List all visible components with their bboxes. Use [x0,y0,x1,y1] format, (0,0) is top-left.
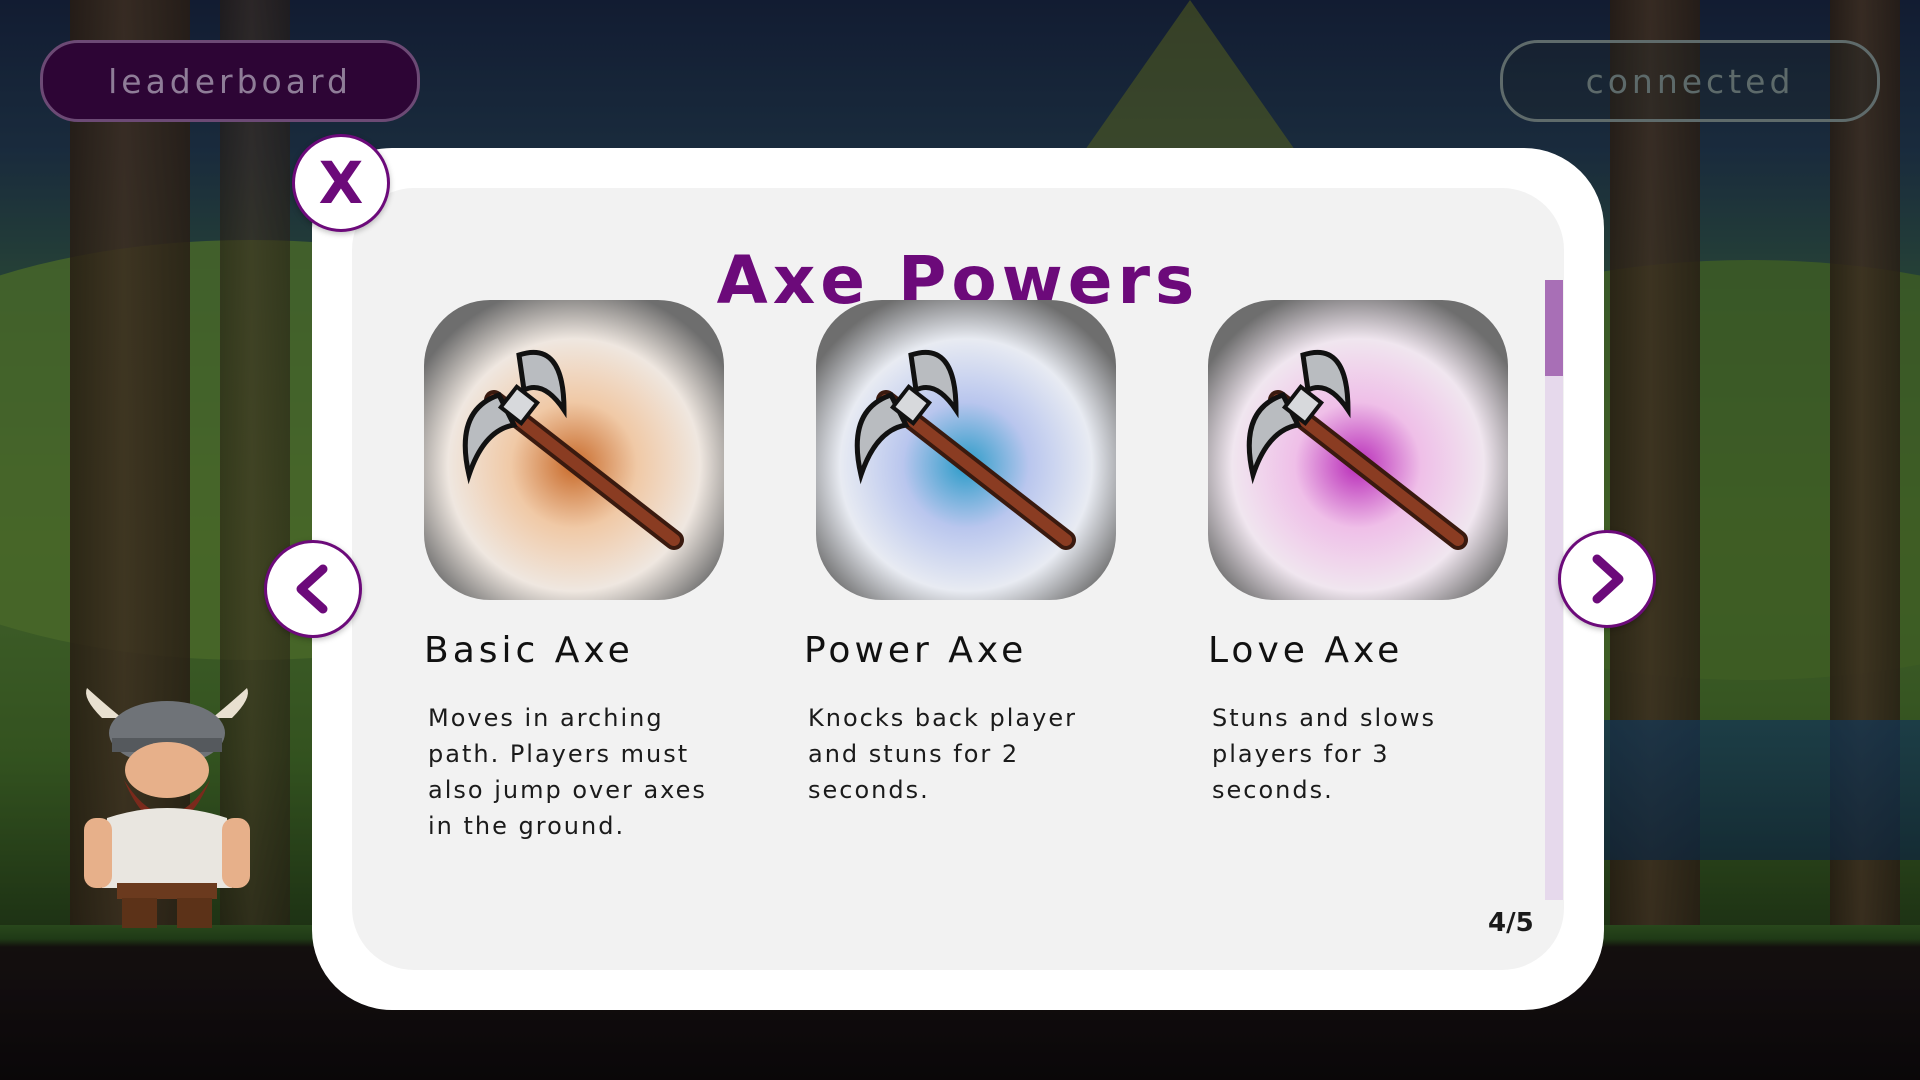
power-card-image [1208,300,1508,600]
power-card-description: Stuns and slows players for 3 seconds. [1212,704,1436,804]
next-page-button[interactable] [1558,530,1656,628]
scrollbar-thumb[interactable] [1545,280,1563,376]
viking-character [84,688,250,928]
power-card-name: Power Axe [804,630,1028,671]
power-card-name: Love Axe [1208,630,1404,671]
leaderboard-button[interactable]: leaderboard [40,40,420,122]
connection-status-badge: connected [1500,40,1880,122]
power-card-image [424,300,724,600]
close-icon: X [318,149,364,217]
power-card-image [816,300,1116,600]
power-card-description: Moves in arching path. Players must also… [428,704,707,840]
modal-panel: Axe Powers Basic Axe Moves in arching pa… [352,188,1564,970]
connection-status-label: connected [1585,61,1795,101]
close-button[interactable]: X [292,134,390,232]
chevron-left-icon [296,564,328,614]
axe-powers-modal: Axe Powers Basic Axe Moves in arching pa… [312,148,1604,1010]
leaderboard-label: leaderboard [108,61,352,101]
page-counter: 4/5 [1488,908,1534,938]
power-card-name: Basic Axe [424,630,634,671]
previous-page-button[interactable] [264,540,362,638]
power-card-description: Knocks back player and stuns for 2 secon… [808,704,1077,804]
game-scene: leaderboard connected Axe Powers Basic A… [0,0,1920,1080]
chevron-right-icon [1592,554,1624,604]
